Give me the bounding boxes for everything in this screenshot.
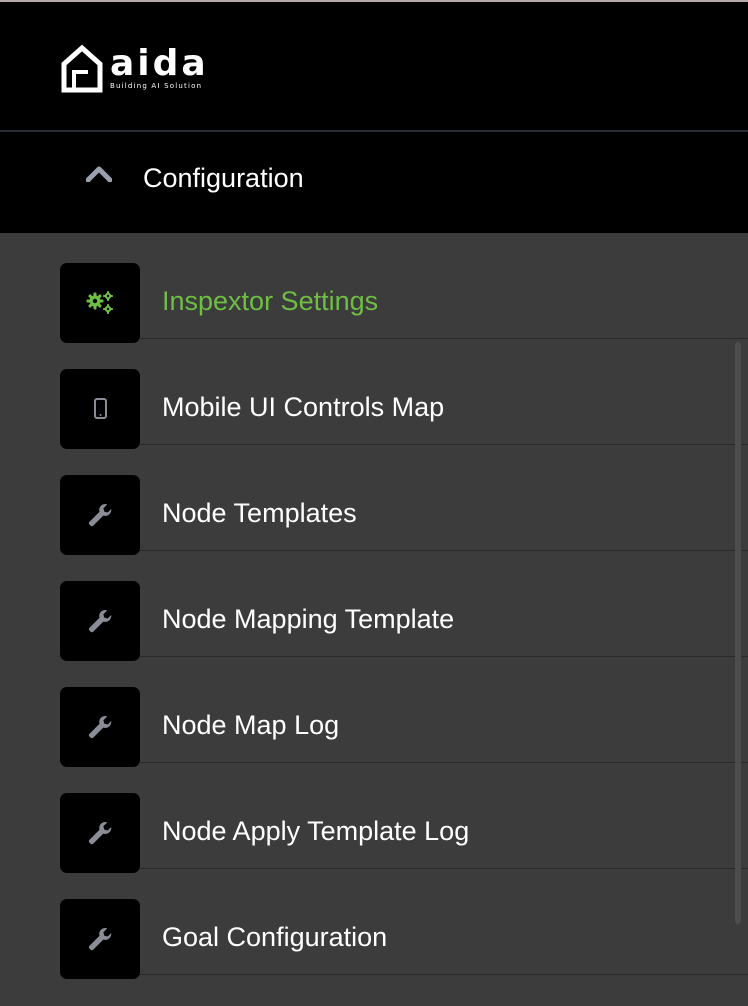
menu-item-node-templates[interactable]: Node Templates: [60, 445, 748, 555]
app-header: aida Building AI Solution: [0, 2, 748, 130]
menu-item-label: Node Mapping Template: [162, 604, 455, 634]
wrench-icon: [88, 927, 112, 951]
menu-item-icon-tile: [60, 687, 140, 767]
menu-item-icon-tile: [60, 793, 140, 873]
configuration-section-header[interactable]: Configuration: [0, 132, 748, 233]
menu-item-label: Inspextor Settings: [162, 286, 379, 316]
wrench-icon: [88, 609, 112, 633]
aida-logo[interactable]: aida Building AI Solution: [60, 42, 210, 94]
menu-item-icon-tile: [60, 899, 140, 979]
menu-item-goal-configuration[interactable]: Goal Configuration: [60, 869, 748, 979]
wrench-icon: [88, 715, 112, 739]
menu-item-label: Goal Configuration: [162, 922, 388, 952]
chevron-up-icon[interactable]: [86, 164, 112, 182]
logo-tagline: Building AI Solution: [110, 82, 203, 90]
menu-item-node-mapping-template[interactable]: Node Mapping Template: [60, 551, 748, 661]
menu-item-icon-tile: [60, 581, 140, 661]
menu-item-mobile-ui-controls-map[interactable]: Mobile UI Controls Map: [60, 339, 748, 449]
menu-item-node-map-log[interactable]: Node Map Log: [60, 657, 748, 767]
house-logo-icon: [61, 44, 103, 93]
menu-item-icon-tile: [60, 475, 140, 555]
configuration-menu: Inspextor Settings Mobile UI Controls Ma…: [0, 233, 748, 1006]
menu-item-inspextor-settings[interactable]: Inspextor Settings: [60, 233, 748, 343]
menu-item-label: Mobile UI Controls Map: [162, 392, 445, 422]
menu-item-label: Node Map Log: [162, 710, 340, 740]
logo-brand-text: aida: [110, 43, 209, 84]
wrench-icon: [88, 821, 112, 845]
mobile-phone-icon: [94, 398, 107, 419]
menu-item-icon-tile: [60, 369, 140, 449]
section-title: Configuration: [143, 163, 304, 193]
menu-item-label: Node Templates: [162, 498, 357, 528]
menu-scrollbar[interactable]: [735, 342, 741, 924]
gears-icon: [86, 291, 113, 314]
menu-item-label: Node Apply Template Log: [162, 816, 470, 846]
menu-item-icon-tile: [60, 263, 140, 343]
menu-item-node-apply-template-log[interactable]: Node Apply Template Log: [60, 763, 748, 873]
wrench-icon: [88, 503, 112, 527]
